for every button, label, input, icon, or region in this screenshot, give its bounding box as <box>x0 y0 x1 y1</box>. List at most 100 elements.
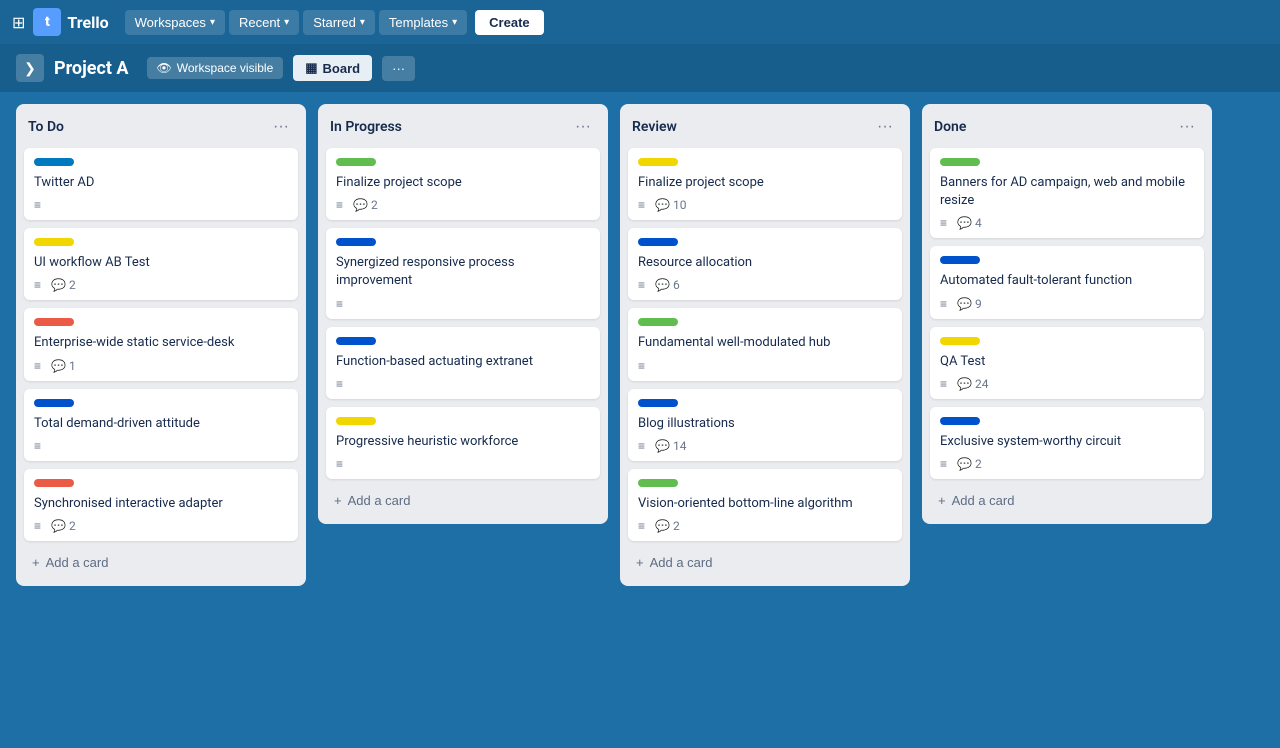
card-label <box>336 337 376 345</box>
column-title: In Progress <box>330 119 402 135</box>
card[interactable]: Enterprise-wide static service-desk ≡ 💬1 <box>24 308 298 380</box>
card-comments: 💬4 <box>957 216 982 230</box>
column-header: Review ··· <box>628 114 902 140</box>
card-title: Synergized responsive process improvemen… <box>336 254 590 290</box>
card-comments: 💬1 <box>51 359 76 373</box>
card[interactable]: Banners for AD campaign, web and mobile … <box>930 148 1204 238</box>
card-description-icon: ≡ <box>940 377 947 391</box>
card-comments: 💬9 <box>957 297 982 311</box>
card[interactable]: Synchronised interactive adapter ≡ 💬2 <box>24 469 298 541</box>
board-more-button[interactable]: ··· <box>382 56 415 81</box>
card[interactable]: Blog illustrations ≡💬14 <box>628 389 902 461</box>
card-comments: 💬6 <box>655 278 680 292</box>
card-label <box>336 158 376 166</box>
card[interactable]: Fundamental well-modulated hub ≡ <box>628 308 902 380</box>
card[interactable]: Twitter AD ≡ <box>24 148 298 220</box>
card-meta: ≡ <box>638 359 892 373</box>
sidebar-toggle-button[interactable]: ❯ <box>16 54 44 82</box>
card-title: QA Test <box>940 353 1194 371</box>
board-view-button[interactable]: ▦ Board <box>293 55 372 81</box>
card-meta: ≡ <box>34 439 288 453</box>
card-title: Automated fault-tolerant function <box>940 272 1194 290</box>
card-label <box>940 158 980 166</box>
card[interactable]: QA Test ≡💬24 <box>930 327 1204 399</box>
plus-icon: + <box>636 555 644 570</box>
card-meta: ≡ <box>336 377 590 391</box>
card[interactable]: Vision-oriented bottom-line algorithm ≡ 💬… <box>628 469 902 541</box>
card[interactable]: Resource allocation ≡ 💬6 <box>628 228 902 300</box>
column-title: To Do <box>28 119 64 135</box>
board-area: To Do ··· Twitter AD ≡ UI workflow AB Te… <box>0 92 1280 748</box>
add-card-button[interactable]: +Add a card <box>326 487 600 514</box>
card-meta: ≡ 💬2 <box>638 519 892 533</box>
card-description-icon: ≡ <box>940 457 947 471</box>
column-menu-button[interactable]: ··· <box>268 116 294 138</box>
card[interactable]: Function-based actuating extranet ≡ <box>326 327 600 399</box>
card-label <box>336 417 376 425</box>
column-menu-button[interactable]: ··· <box>872 116 898 138</box>
chevron-down-icon: ▾ <box>452 17 457 28</box>
card-title: Finalize project scope <box>638 174 892 192</box>
card-comments: 💬2 <box>51 519 76 533</box>
card-label <box>638 238 678 246</box>
workspace-visible-button[interactable]: 👁 Workspace visible <box>147 57 284 79</box>
card-meta: ≡ 💬14 <box>638 439 892 453</box>
plus-icon: + <box>938 493 946 508</box>
card[interactable]: Exclusive system-worthy circuit ≡💬2 <box>930 407 1204 479</box>
recent-button[interactable]: Recent ▾ <box>229 10 299 35</box>
card-comments: 💬2 <box>353 198 378 212</box>
starred-button[interactable]: Starred ▾ <box>303 10 375 35</box>
card[interactable]: Automated fault-tolerant function ≡💬9 <box>930 246 1204 318</box>
column-menu-button[interactable]: ··· <box>570 116 596 138</box>
card-description-icon: ≡ <box>638 439 645 453</box>
card-description-icon: ≡ <box>336 457 343 471</box>
card-title: Synchronised interactive adapter <box>34 495 288 513</box>
create-button[interactable]: Create <box>475 10 543 35</box>
card-title: UI workflow AB Test <box>34 254 288 272</box>
card[interactable]: Finalize project scope ≡💬2 <box>326 148 600 220</box>
card-meta: ≡ <box>336 297 590 311</box>
card-description-icon: ≡ <box>34 519 41 533</box>
card-label <box>34 399 74 407</box>
card-label <box>34 158 74 166</box>
card-description-icon: ≡ <box>638 359 645 373</box>
card-description-icon: ≡ <box>638 519 645 533</box>
card-description-icon: ≡ <box>34 439 41 453</box>
card-title: Finalize project scope <box>336 174 590 192</box>
grid-icon[interactable]: ⊞ <box>12 13 25 32</box>
eye-icon: 👁 <box>157 61 172 75</box>
card-title: Enterprise-wide static service-desk <box>34 334 288 352</box>
card-description-icon: ≡ <box>638 278 645 292</box>
card[interactable]: Total demand-driven attitude ≡ <box>24 389 298 461</box>
card-meta: ≡💬2 <box>940 457 1194 471</box>
board-title: Project A <box>54 58 129 79</box>
add-card-button[interactable]: +Add a card <box>24 549 298 576</box>
card[interactable]: Finalize project scope ≡💬10 <box>628 148 902 220</box>
card[interactable]: UI workflow AB Test ≡💬2 <box>24 228 298 300</box>
card-label <box>638 399 678 407</box>
card[interactable]: Progressive heuristic workforce ≡ <box>326 407 600 479</box>
workspaces-button[interactable]: Workspaces ▾ <box>125 10 225 35</box>
card-description-icon: ≡ <box>34 278 41 292</box>
column-menu-button[interactable]: ··· <box>1174 116 1200 138</box>
column-inprogress: In Progress ··· Finalize project scope ≡… <box>318 104 608 524</box>
card-comments: 💬14 <box>655 439 686 453</box>
card-meta: ≡💬4 <box>940 216 1194 230</box>
card-meta: ≡ <box>336 457 590 471</box>
card-meta: ≡ 💬1 <box>34 359 288 373</box>
trello-logo[interactable]: t Trello <box>33 8 108 36</box>
card-title: Vision-oriented bottom-line algorithm <box>638 495 892 513</box>
card[interactable]: Synergized responsive process improvemen… <box>326 228 600 318</box>
chevron-down-icon: ▾ <box>284 17 289 28</box>
card-meta: ≡ 💬6 <box>638 278 892 292</box>
card-meta: ≡💬10 <box>638 198 892 212</box>
card-description-icon: ≡ <box>34 359 41 373</box>
card-title: Resource allocation <box>638 254 892 272</box>
templates-button[interactable]: Templates ▾ <box>379 10 467 35</box>
add-card-button[interactable]: +Add a card <box>930 487 1204 514</box>
card-comments: 💬2 <box>655 519 680 533</box>
top-navigation: ⊞ t Trello Workspaces ▾ Recent ▾ Starred… <box>0 0 1280 44</box>
add-card-button[interactable]: +Add a card <box>628 549 902 576</box>
card-title: Total demand-driven attitude <box>34 415 288 433</box>
card-meta: ≡💬2 <box>34 278 288 292</box>
